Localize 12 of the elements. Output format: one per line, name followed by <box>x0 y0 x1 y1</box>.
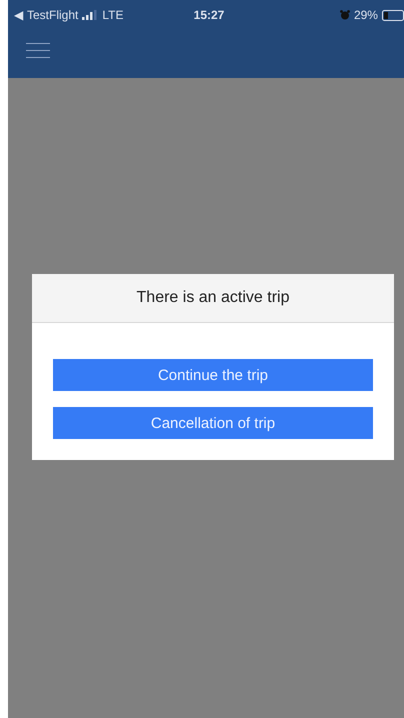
network-label: LTE <box>102 8 124 22</box>
dialog-title: There is an active trip <box>136 289 290 307</box>
battery-icon <box>382 10 404 20</box>
battery-percent: 29% <box>354 8 378 22</box>
alarm-icon <box>340 10 350 20</box>
menu-icon[interactable] <box>26 42 50 58</box>
dialog-button[interactable]: Cancellation of trip <box>53 407 373 439</box>
clock: 15:27 <box>194 8 224 22</box>
dialog-button[interactable]: Continue the trip <box>53 359 373 391</box>
back-arrow[interactable]: ◀ <box>14 8 23 22</box>
signal-icon <box>82 10 98 20</box>
back-app-label[interactable]: TestFlight <box>27 8 78 22</box>
